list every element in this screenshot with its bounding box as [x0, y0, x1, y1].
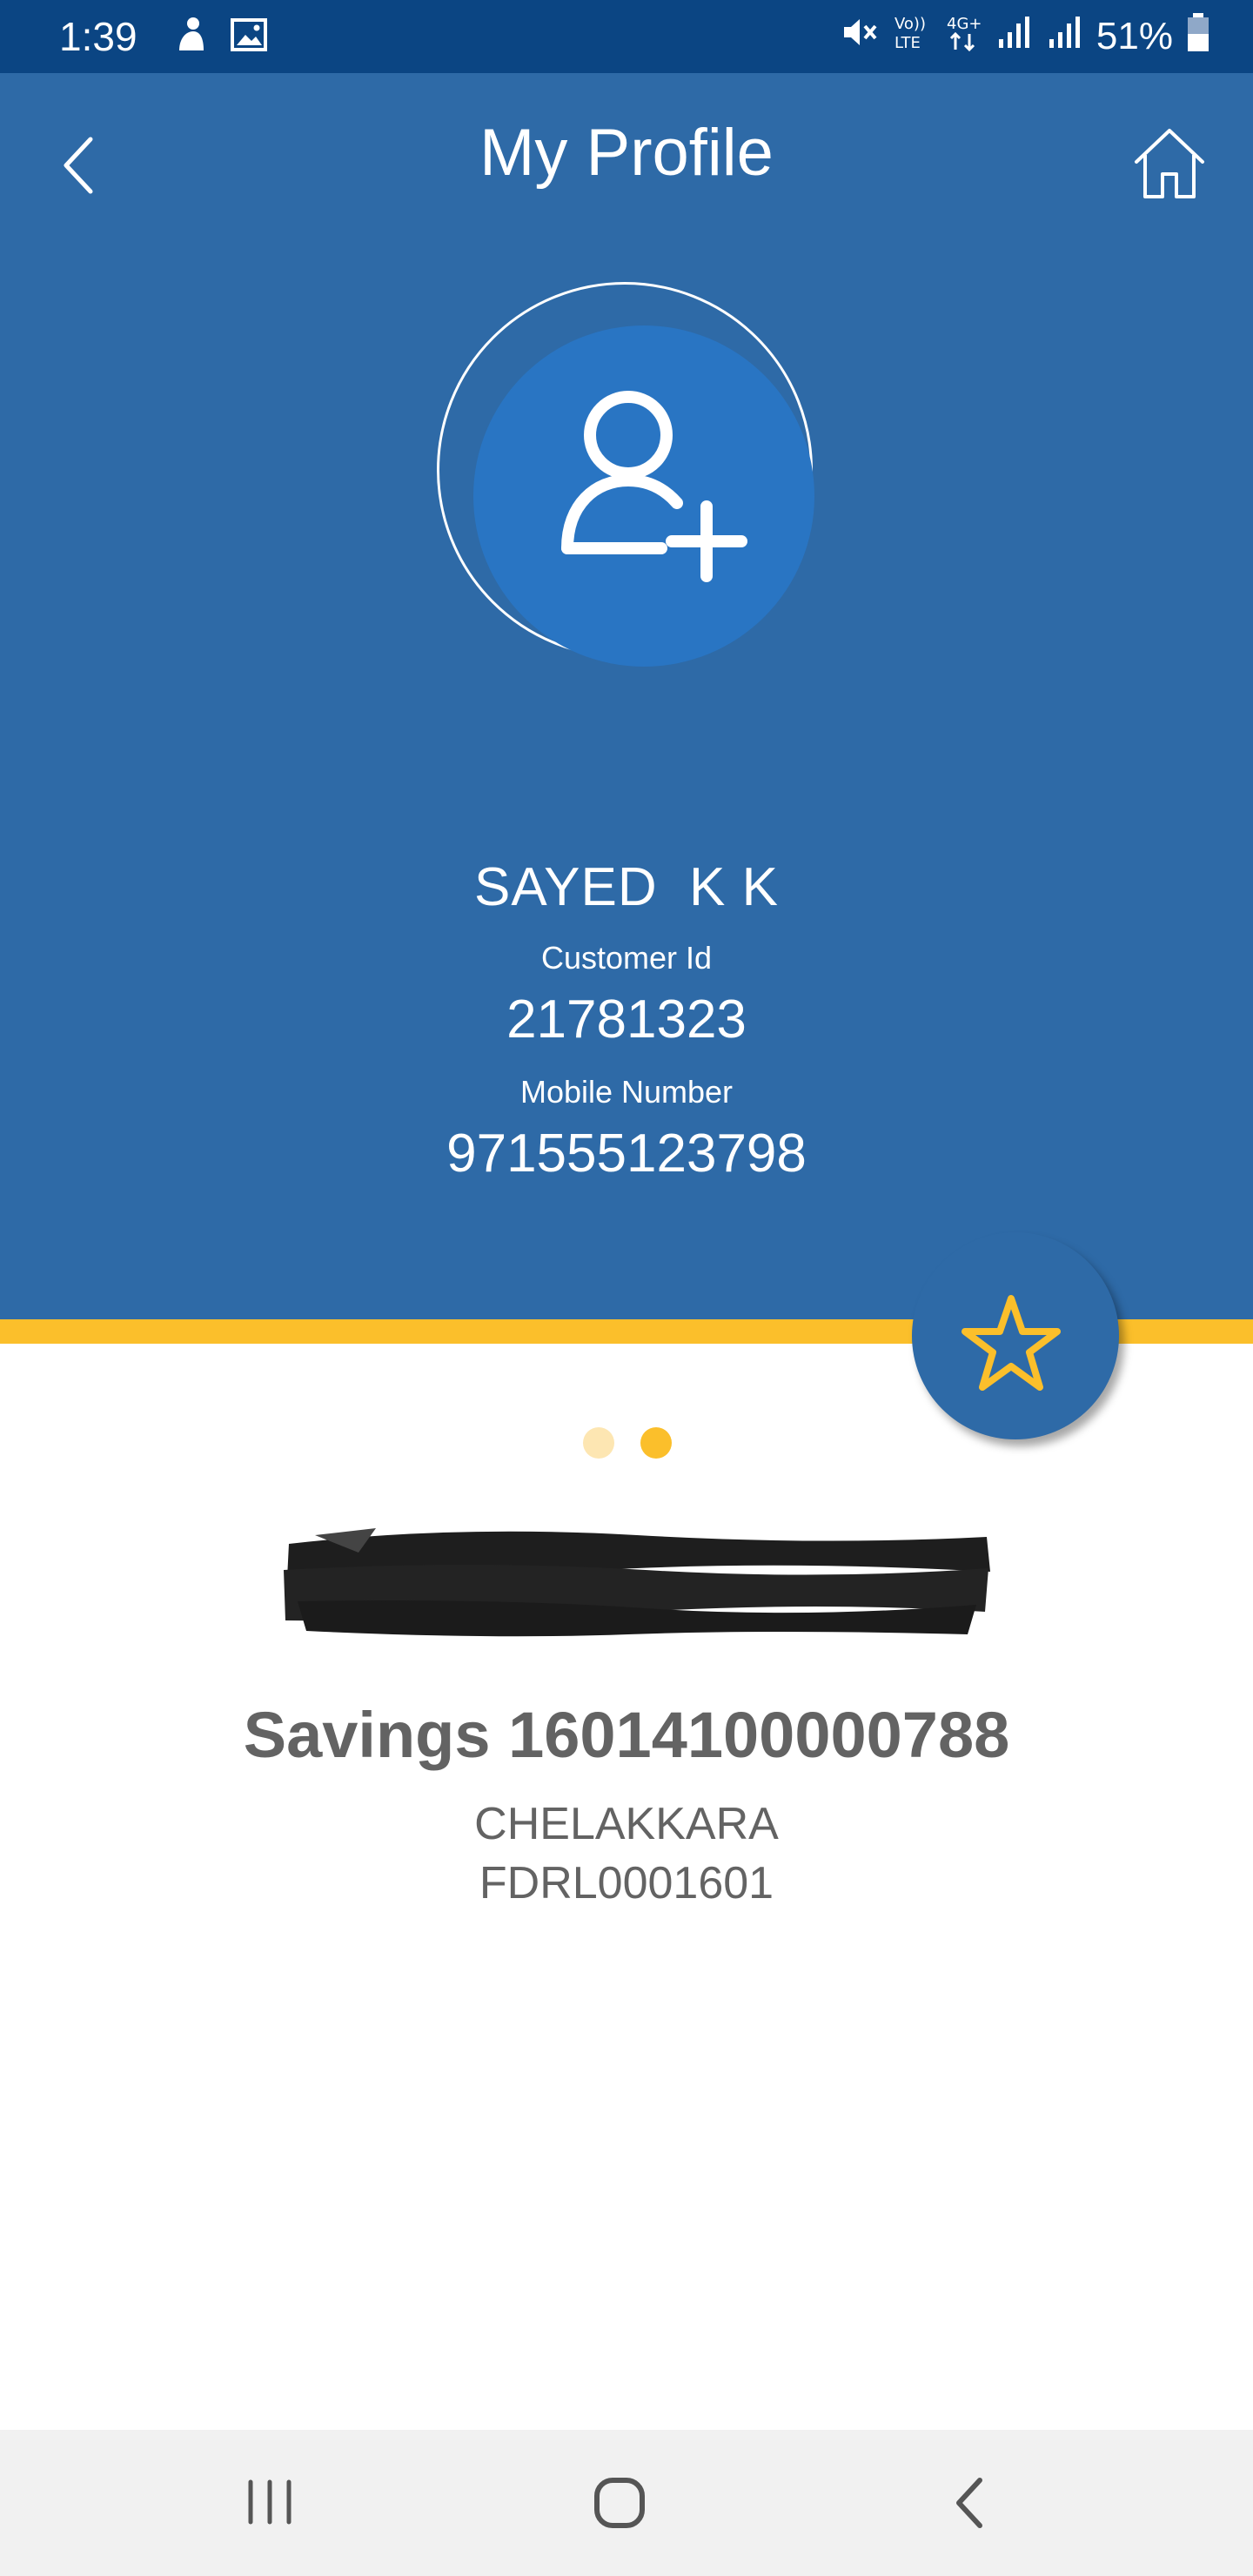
mute-icon: [841, 13, 881, 61]
home-nav-icon: [594, 2478, 645, 2528]
status-bar: 1:39 Vo)) LTE 4G+ 51%: [0, 0, 1253, 73]
customer-name: SAYED K K: [474, 857, 779, 917]
status-time: 1:39: [59, 14, 137, 59]
carousel-dot-1[interactable]: [583, 1427, 614, 1459]
recent-apps-icon: [248, 2479, 291, 2525]
redaction-scribble: [284, 1528, 990, 1637]
status-indicators: Vo)) LTE 4G+ 51%: [841, 10, 1211, 63]
customer-id-label: Customer Id: [540, 940, 713, 976]
svg-text:4G+: 4G+: [947, 15, 982, 33]
customer-id-value: 21781323: [506, 989, 747, 1050]
signal-icon: [995, 13, 1034, 61]
system-nav-bar: [0, 2430, 1253, 2576]
svg-text:Vo)): Vo)): [895, 15, 926, 33]
ifsc-code: FDRL0001601: [479, 1858, 774, 1909]
mobile-number-value: 971555123798: [446, 1124, 807, 1184]
volte-icon: Vo)) LTE: [893, 11, 933, 63]
home-icon: [1135, 129, 1204, 198]
add-user-icon: [561, 391, 747, 582]
battery-icon: [1185, 11, 1211, 63]
home-button[interactable]: [1128, 122, 1211, 205]
back-nav-button[interactable]: [936, 2468, 1006, 2538]
mobile-number-label: Mobile Number: [519, 1074, 734, 1110]
branch-name: CHELAKKARA: [474, 1799, 779, 1849]
svg-text:LTE: LTE: [895, 34, 921, 52]
favorite-button[interactable]: [912, 1232, 1119, 1439]
page-title: My Profile: [479, 116, 774, 190]
notification-icon: [174, 16, 209, 58]
star-icon: [962, 1295, 1061, 1391]
battery-percent: 51%: [1096, 15, 1173, 57]
home-nav-button[interactable]: [585, 2468, 654, 2538]
network-4g-icon: 4G+: [945, 11, 983, 63]
carousel-dot-2-active[interactable]: [640, 1427, 672, 1459]
account-number: Savings 16014100000788: [243, 1699, 1010, 1771]
signal-icon-2: [1046, 13, 1084, 61]
recent-apps-button[interactable]: [235, 2468, 305, 2538]
back-nav-icon: [956, 2478, 982, 2528]
gallery-icon: [230, 16, 268, 58]
